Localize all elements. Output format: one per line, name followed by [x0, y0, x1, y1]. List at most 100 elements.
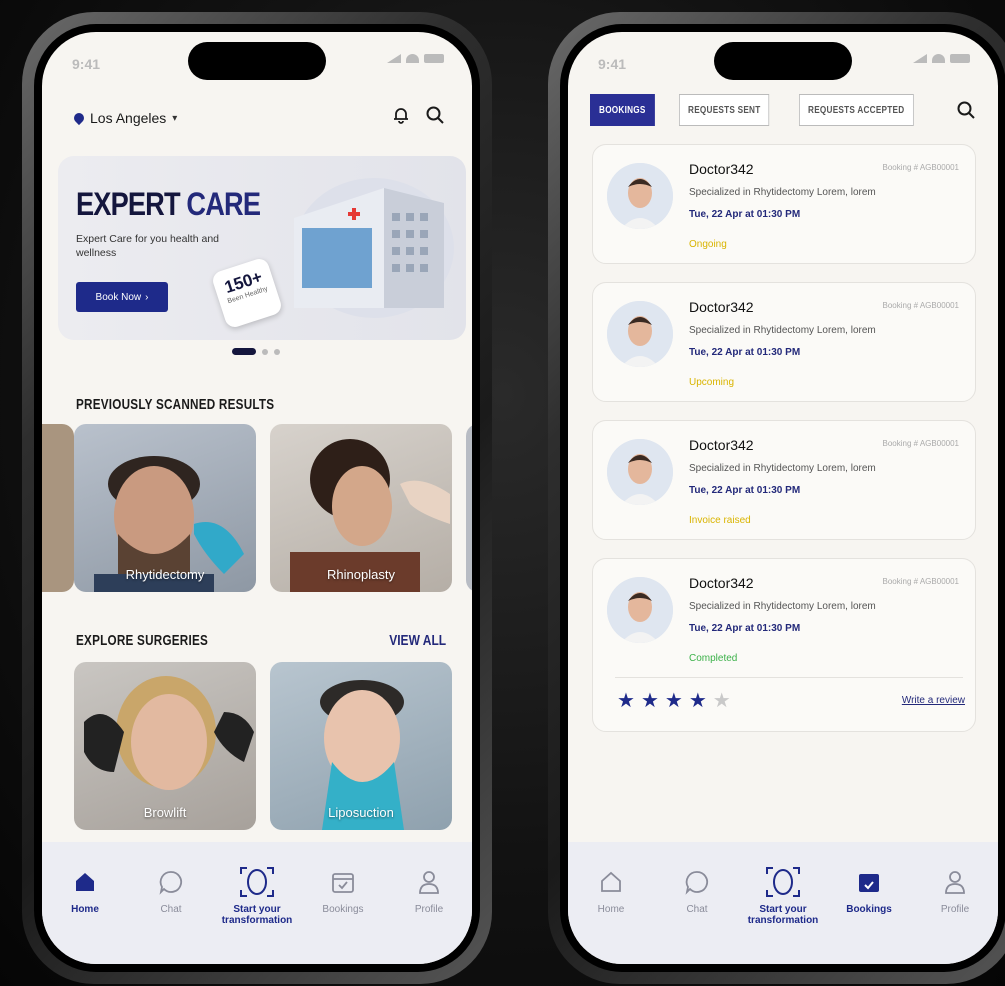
- booking-number: Booking # AGB00001: [882, 301, 959, 310]
- doctor-name: Doctor342: [689, 161, 754, 177]
- tab-chat[interactable]: Chat: [131, 866, 211, 964]
- booking-card[interactable]: Doctor342 Booking # AGB00001 Specialized i…: [592, 558, 976, 732]
- booking-status: Invoice raised: [689, 515, 751, 526]
- chevron-right-icon: ›: [145, 291, 149, 303]
- scanned-card[interactable]: Rhinoplasty: [270, 424, 452, 592]
- promo-banner[interactable]: EXPERT CARE Expert Care for you health a…: [58, 156, 466, 340]
- star-icon[interactable]: ★: [665, 691, 683, 711]
- tab-requests-accepted[interactable]: REQUESTS ACCEPTED: [799, 94, 914, 126]
- tab-profile[interactable]: Profile: [915, 866, 995, 964]
- booking-date: Tue, 22 Apr at 01:30 PM: [689, 485, 801, 496]
- surgery-card[interactable]: Liposuction: [270, 662, 452, 830]
- tab-bookings[interactable]: BOOKINGS: [590, 94, 655, 126]
- booking-status: Completed: [689, 653, 738, 664]
- bookings-tabs: BOOKINGS REQUESTS SENT REQUESTS ACCEPTED: [590, 94, 939, 126]
- carousel-dots[interactable]: [232, 348, 280, 355]
- wifi-icon: [406, 54, 419, 63]
- bookings-screen: 9:41 BOOKINGS REQUESTS SENT REQUESTS ACC…: [568, 32, 998, 964]
- doctor-name: Doctor342: [689, 575, 754, 591]
- signal-icon: [913, 54, 927, 63]
- doctor-avatar: [607, 163, 673, 229]
- tab-bookings[interactable]: Bookings: [829, 866, 909, 964]
- tab-profile[interactable]: Profile: [389, 866, 469, 964]
- status-icons: [913, 54, 970, 63]
- battery-icon: [424, 54, 444, 63]
- scanned-card-partial[interactable]: [466, 424, 472, 592]
- booking-status: Upcoming: [689, 377, 735, 388]
- star-icon[interactable]: ★: [617, 691, 635, 711]
- calendar-icon: [829, 866, 909, 898]
- surgery-card-label: Liposuction: [328, 805, 394, 820]
- scanned-card-label: Rhytidectomy: [125, 567, 205, 582]
- booking-card[interactable]: Doctor342 Booking # AGB00001 Specialized i…: [592, 144, 976, 264]
- tab-start-transformation[interactable]: Start your transformation: [743, 866, 823, 964]
- surgery-card[interactable]: Browlift: [74, 662, 256, 830]
- star-icon[interactable]: ★: [713, 691, 731, 711]
- location-pin-icon: [71, 110, 87, 126]
- scanned-results-title: PREVIOUSLY SCANNED RESULTS: [76, 396, 275, 413]
- tab-chat[interactable]: Chat: [657, 866, 737, 964]
- signal-icon: [387, 54, 401, 63]
- doctor-specialization: Specialized in Rhytidectomy Lorem, lorem: [689, 601, 876, 612]
- dynamic-island: [188, 42, 326, 80]
- booking-number: Booking # AGB00001: [882, 439, 959, 448]
- booking-card[interactable]: Doctor342 Booking # AGB00001 Specialized i…: [592, 282, 976, 402]
- battery-icon: [950, 54, 970, 63]
- hospital-building-image: [294, 178, 454, 318]
- bottom-tab-bar: Home Chat Start your transformation Book…: [42, 842, 472, 964]
- chat-icon: [131, 866, 211, 898]
- status-time: 9:41: [598, 56, 627, 72]
- location-label: Los Angeles: [90, 110, 167, 126]
- card-divider: [615, 677, 963, 678]
- tab-requests-sent[interactable]: REQUESTS SENT: [678, 94, 770, 126]
- bottom-tab-bar: Home Chat Start your transformation Book…: [568, 842, 998, 964]
- chevron-down-icon: ▾: [172, 112, 178, 124]
- booking-status: Ongoing: [689, 239, 727, 250]
- home-icon: [571, 866, 651, 898]
- status-icons: [387, 54, 444, 63]
- home-screen: 9:41 Los Angeles ▾ EXPERT CARE Expert Ca…: [42, 32, 472, 964]
- face-scan-icon: [217, 866, 297, 898]
- doctor-name: Doctor342: [689, 437, 754, 453]
- doctor-specialization: Specialized in Rhytidectomy Lorem, lorem: [689, 187, 876, 198]
- booking-date: Tue, 22 Apr at 01:30 PM: [689, 623, 801, 634]
- view-all-link[interactable]: VIEW ALL: [389, 632, 446, 649]
- booking-card[interactable]: Doctor342 Booking # AGB00001 Specialized i…: [592, 420, 976, 540]
- booking-date: Tue, 22 Apr at 01:30 PM: [689, 209, 801, 220]
- face-scan-icon: [743, 866, 823, 898]
- scanned-card[interactable]: Rhytidectomy: [74, 424, 256, 592]
- user-icon: [389, 866, 469, 898]
- doctor-avatar: [607, 577, 673, 643]
- book-now-button[interactable]: Book Now ›: [76, 282, 168, 312]
- booking-date: Tue, 22 Apr at 01:30 PM: [689, 347, 801, 358]
- star-icon[interactable]: ★: [689, 691, 707, 711]
- doctor-name: Doctor342: [689, 299, 754, 315]
- explore-surgeries-title: EXPLORE SURGERIES: [76, 632, 209, 649]
- search-icon[interactable]: [424, 104, 446, 126]
- search-icon[interactable]: [956, 100, 976, 125]
- dynamic-island: [714, 42, 852, 80]
- phone-bookings: 9:41 BOOKINGS REQUESTS SENT REQUESTS ACC…: [548, 12, 1005, 984]
- doctor-specialization: Specialized in Rhytidectomy Lorem, lorem: [689, 463, 876, 474]
- tab-home[interactable]: Home: [45, 866, 125, 964]
- scanned-card-label: Rhinoplasty: [327, 567, 395, 582]
- chat-icon: [657, 866, 737, 898]
- scanned-card-partial[interactable]: [42, 424, 74, 592]
- banner-title: EXPERT CARE: [76, 186, 261, 222]
- user-icon: [915, 866, 995, 898]
- tab-start-transformation[interactable]: Start your transformation: [217, 866, 297, 964]
- home-icon: [45, 866, 125, 898]
- rating-stars[interactable]: ★ ★ ★ ★ ★: [617, 691, 731, 711]
- banner-subtitle: Expert Care for you health and wellness: [76, 233, 220, 259]
- tab-home[interactable]: Home: [571, 866, 651, 964]
- booking-number: Booking # AGB00001: [882, 163, 959, 172]
- doctor-avatar: [607, 301, 673, 367]
- tab-bookings[interactable]: Bookings: [303, 866, 383, 964]
- stats-badge: 150+ Been Healthy: [210, 256, 284, 330]
- surgery-card-label: Browlift: [143, 805, 187, 820]
- doctor-avatar: [607, 439, 673, 505]
- location-selector[interactable]: Los Angeles ▾: [71, 110, 178, 126]
- write-review-link[interactable]: Write a review: [902, 695, 965, 706]
- bell-icon[interactable]: [390, 104, 412, 126]
- star-icon[interactable]: ★: [641, 691, 659, 711]
